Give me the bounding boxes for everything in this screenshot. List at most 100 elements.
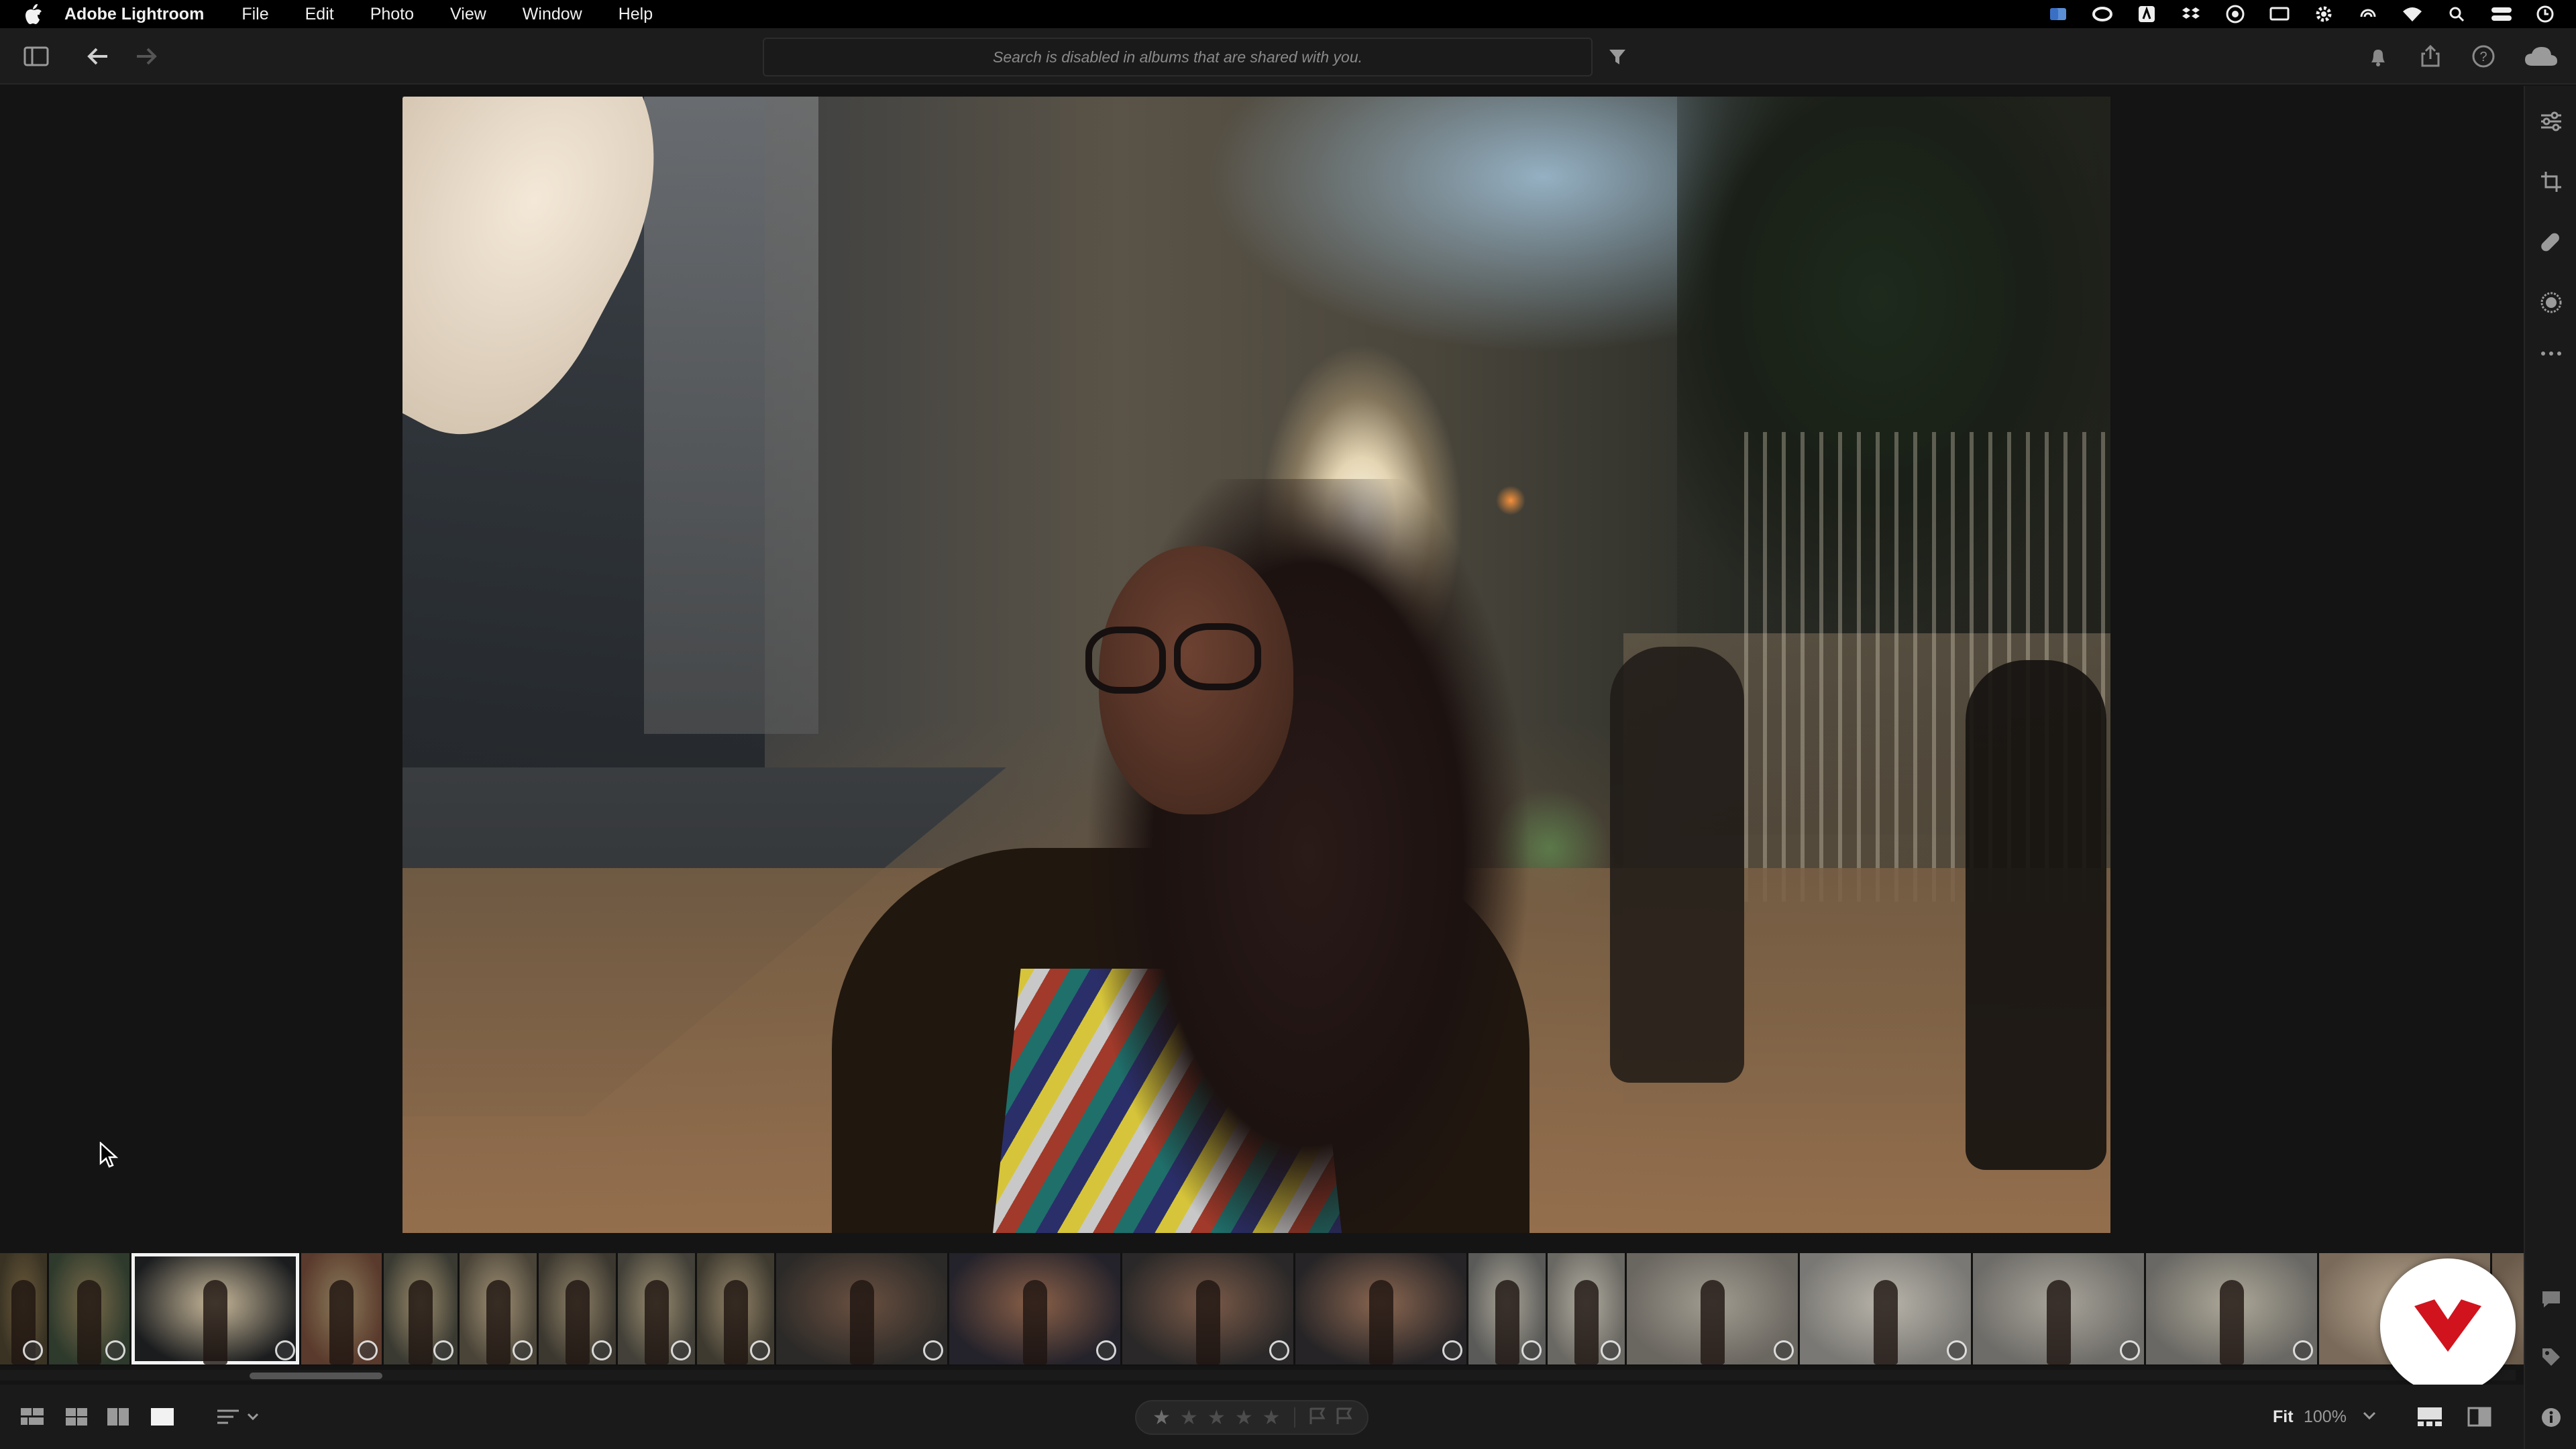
thumb-figure [1574,1280,1599,1364]
shared-badge-icon [2120,1340,2140,1360]
star-3-icon[interactable]: ★ [1208,1406,1226,1430]
shared-badge-icon [513,1340,533,1360]
thumb-figure [2220,1280,2244,1364]
cloud-icon[interactable] [2522,43,2560,70]
thumb-figure [329,1280,354,1364]
filmstrip-thumb[interactable] [1548,1253,1625,1364]
help-icon[interactable]: ? [2470,43,2497,70]
svg-text:?: ? [2479,50,2487,64]
menu-help[interactable]: Help [619,5,653,24]
zoom-chevron-down-icon[interactable] [2360,1406,2379,1425]
fit-zoom-button[interactable]: Fit [2273,1407,2294,1427]
edit-sliders-icon[interactable] [2538,109,2564,134]
shared-badge-icon [671,1340,691,1360]
photo-passerby [1610,647,1744,1083]
filter-icon[interactable] [1606,46,1629,68]
thumb-figure [645,1280,669,1364]
control-center-icon[interactable] [2490,3,2512,25]
adobe-icon[interactable] [2136,3,2157,25]
search-input[interactable]: Search is disabled in albums that are sh… [763,38,1593,76]
shared-badge-icon [2293,1340,2313,1360]
creative-cloud-icon[interactable] [2092,3,2113,25]
filmstrip-thumb[interactable] [460,1253,537,1364]
filmstrip-thumb[interactable] [1800,1253,1971,1364]
main-photo[interactable] [402,97,2110,1233]
menu-photo[interactable]: Photo [370,5,414,24]
flag-reject-icon[interactable] [1336,1407,1353,1429]
healing-icon[interactable] [2538,229,2564,255]
top-toolbar: Search is disabled in albums that are sh… [0,28,2576,85]
filmstrip-toggle-icon[interactable] [2415,1403,2445,1430]
share-icon[interactable] [2418,43,2443,70]
shared-badge-icon [923,1340,943,1360]
screen-icon[interactable] [2269,3,2290,25]
filmstrip-thumb-selected[interactable] [131,1253,299,1364]
thumb-figure [409,1280,433,1364]
filmstrip-thumb[interactable] [2146,1253,2317,1364]
airdrop-icon[interactable] [2357,3,2379,25]
tag-icon[interactable] [2538,1344,2564,1370]
filmstrip-thumb[interactable] [49,1253,129,1364]
square-grid-icon[interactable] [19,1403,46,1430]
filmstrip-thumb[interactable] [1627,1253,1798,1364]
clock-icon[interactable] [2534,3,2556,25]
gear-icon[interactable] [2313,3,2334,25]
filmstrip-thumb[interactable] [0,1253,47,1364]
comments-icon[interactable] [2538,1287,2564,1312]
filmstrip-thumb[interactable] [697,1253,774,1364]
menu-file[interactable]: File [241,5,268,24]
photo-building-2 [644,97,818,734]
filmstrip-thumb[interactable] [1295,1253,1466,1364]
filmstrip-thumb[interactable] [618,1253,695,1364]
sync-icon[interactable] [2224,3,2246,25]
detail-grid-icon[interactable] [105,1403,131,1430]
menu-view[interactable]: View [450,5,486,24]
logo-mark-icon [2414,1299,2481,1352]
shared-badge-icon [275,1340,295,1360]
shared-badge-icon [1947,1340,1967,1360]
back-arrow-icon[interactable] [85,44,111,68]
dropbox-icon[interactable] [2180,3,2202,25]
grid-icon[interactable] [63,1403,90,1430]
thumb-figure [77,1280,101,1364]
filmstrip-thumb[interactable] [384,1253,458,1364]
filmstrip-thumb[interactable] [301,1253,382,1364]
more-icon[interactable] [2538,341,2564,366]
search-icon[interactable] [2446,3,2467,25]
thumb-figure [1874,1280,1898,1364]
bell-icon[interactable] [2365,44,2391,70]
filmstrip-thumb[interactable] [539,1253,616,1364]
filmstrip-thumb[interactable] [1973,1253,2144,1364]
star-rating[interactable]: ★ ★ ★ ★ ★ [1135,1400,1368,1435]
shared-badge-icon [1774,1340,1794,1360]
apple-menu-icon[interactable] [21,2,46,26]
crop-icon[interactable] [2538,169,2564,195]
single-view-icon[interactable] [149,1403,176,1430]
filmstrip-scrollbar-thumb[interactable] [250,1373,382,1379]
sidebar-toggle-icon[interactable] [23,44,50,68]
filmstrip-thumb[interactable] [949,1253,1120,1364]
filmstrip-thumb[interactable] [1468,1253,1546,1364]
app-name-menu[interactable]: Adobe Lightroom [64,5,204,24]
star-1-icon[interactable]: ★ [1152,1406,1171,1430]
filmstrip-thumb[interactable] [776,1253,947,1364]
menu-window[interactable]: Window [523,5,582,24]
zoom-level[interactable]: 100% [2304,1407,2347,1427]
info-icon[interactable] [2538,1405,2564,1430]
menu-edit[interactable]: Edit [305,5,334,24]
flag-pick-icon[interactable] [1309,1407,1326,1429]
shared-badge-icon [592,1340,612,1360]
wifi-icon[interactable] [2402,3,2423,25]
watermark-logo [2380,1258,2516,1394]
finder-icon[interactable] [2047,3,2069,25]
compare-view-icon[interactable] [2465,1403,2494,1430]
masking-icon[interactable] [2538,290,2564,315]
star-4-icon[interactable]: ★ [1235,1406,1253,1430]
forward-arrow-icon[interactable] [133,44,160,68]
sort-icon[interactable] [215,1403,262,1430]
star-2-icon[interactable]: ★ [1180,1406,1198,1430]
photo-glasses-2 [1174,623,1261,690]
filmstrip-thumb[interactable] [1122,1253,1293,1364]
star-5-icon[interactable]: ★ [1263,1406,1281,1430]
thumb-figure [2047,1280,2071,1364]
